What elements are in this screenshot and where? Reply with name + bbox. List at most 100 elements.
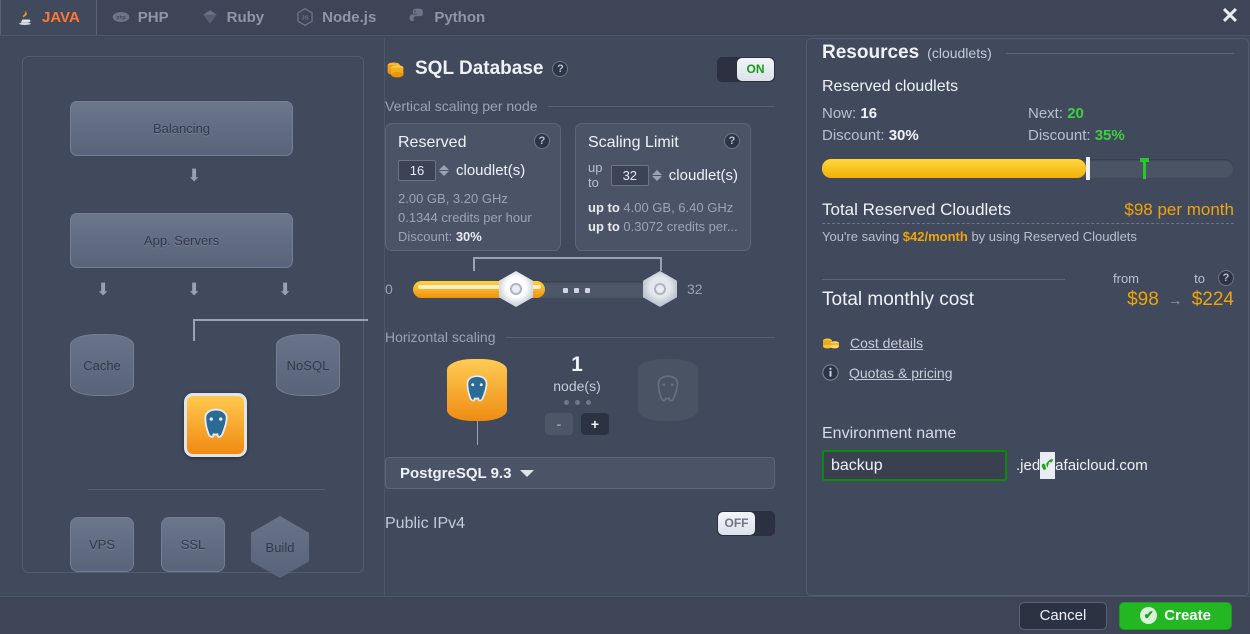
topology-node-sql-selected[interactable] xyxy=(184,393,247,457)
node-stepper: - + xyxy=(527,413,627,435)
topology-node-build[interactable]: Build xyxy=(251,516,309,578)
total-monthly-cost-values: Total monthly cost $98 → $224 xyxy=(822,289,1234,311)
tab-nodejs[interactable]: JS Node.js xyxy=(281,0,393,35)
now-row: Now: 16 xyxy=(822,103,1028,125)
topology-node-ssl[interactable]: SSL xyxy=(161,517,225,572)
scaling-limit-card[interactable]: ? Scaling Limit up to 32 cloudlet(s) up … xyxy=(575,123,751,251)
reserved-discount-row: Discount: 30% xyxy=(398,227,548,246)
quotas-pricing-link[interactable]: Quotas & pricing xyxy=(849,365,953,381)
question-mark-icon[interactable]: ? xyxy=(724,133,740,149)
topology-node-balancing[interactable]: Balancing xyxy=(70,101,293,156)
reserved-spec-ram-cpu: 2.00 GB, 3.20 GHz xyxy=(398,191,508,206)
public-ipv4-label: Public IPv4 xyxy=(385,514,466,532)
create-button[interactable]: ✔ Create xyxy=(1119,601,1232,630)
environment-name-row: ✔ .jed.wafaicloud.com xyxy=(822,450,1234,481)
slider-handle-limit[interactable] xyxy=(643,271,677,307)
topology-node-cache[interactable]: Cache xyxy=(70,334,134,396)
vertical-scaling-section-label: Vertical scaling per node xyxy=(385,98,775,114)
sql-database-settings-panel: SQL Database ? ON Vertical scaling per n… xyxy=(385,56,775,556)
cancel-button[interactable]: Cancel xyxy=(1018,601,1108,630)
coins-icon xyxy=(823,338,839,349)
progress-marker-next xyxy=(1140,158,1150,179)
question-mark-icon[interactable]: ? xyxy=(552,61,569,77)
environment-domain-suffix: .jed.wafaicloud.com xyxy=(1016,457,1148,474)
reserved-cloudlets-progress-bar[interactable] xyxy=(822,157,1234,180)
node-instance-placeholder[interactable] xyxy=(638,359,698,421)
scaling-limit-stepper[interactable] xyxy=(651,169,662,181)
cost-details-row: Cost details xyxy=(822,335,1234,351)
node-increment-button[interactable]: + xyxy=(581,413,609,435)
nodejs-icon: JS xyxy=(297,7,313,27)
postgresql-icon xyxy=(657,375,679,402)
progress-fill xyxy=(822,159,1086,178)
scaling-limit-spec-ram-cpu: 4.00 GB, 6.40 GHz xyxy=(623,200,734,215)
topology-node-app-servers[interactable]: App. Servers xyxy=(70,213,293,268)
section-rule xyxy=(1005,52,1234,54)
question-mark-icon[interactable]: ? xyxy=(1218,270,1234,286)
toggle-knob-label: ON xyxy=(737,57,774,81)
total-monthly-cost-to: $224 xyxy=(1191,289,1234,310)
node-count-value: 1 xyxy=(571,353,583,376)
tab-php[interactable]: php PHP xyxy=(97,0,186,35)
question-mark-icon[interactable]: ? xyxy=(534,133,550,149)
topology-node-nosql[interactable]: NoSQL xyxy=(276,334,340,396)
python-icon xyxy=(409,8,424,22)
close-icon[interactable]: ✕ xyxy=(1217,4,1243,30)
node-decrement-button[interactable]: - xyxy=(545,413,573,435)
slider-track[interactable] xyxy=(413,281,677,298)
total-reserved-row: Total Reserved Cloudlets $98 per month xyxy=(822,200,1234,220)
public-ipv4-toggle[interactable]: OFF xyxy=(717,511,775,536)
engine-version-label: PostgreSQL 9.3 xyxy=(400,464,512,482)
now-value: 16 xyxy=(860,105,878,122)
next-value: 20 xyxy=(1067,105,1084,122)
tab-ruby[interactable]: Ruby xyxy=(186,0,282,35)
next-label: Next: xyxy=(1028,105,1064,122)
scaling-limit-spec-ram-cpu-prefix: up to xyxy=(588,200,620,215)
sql-database-toggle[interactable]: ON xyxy=(717,56,775,82)
now-discount-value: 30% xyxy=(888,127,919,144)
scaling-limit-prefix: up to xyxy=(588,160,603,190)
section-rule xyxy=(505,336,775,338)
environment-name-field[interactable]: ✔ xyxy=(822,450,1056,481)
topology-node-vps[interactable]: VPS xyxy=(70,517,134,572)
tab-python[interactable]: Python xyxy=(393,0,502,35)
reserved-cloudlets-input[interactable]: 16 xyxy=(398,160,436,181)
engine-version-select[interactable]: PostgreSQL 9.3 xyxy=(385,457,775,489)
postgresql-icon xyxy=(466,375,488,402)
saving-suffix: by using Reserved Cloudlets xyxy=(971,229,1137,244)
topology-node-label: Cache xyxy=(83,357,121,373)
topology-divider xyxy=(88,489,325,490)
total-reserved-label: Total Reserved Cloudlets xyxy=(822,200,1011,219)
now-label: Now: xyxy=(822,105,857,122)
tab-java[interactable]: JAVA xyxy=(0,0,97,35)
reserved-cloudlets-stats: Now: 16 Discount: 30% Next: 20 Discount:… xyxy=(822,103,1234,147)
reserved-stepper[interactable] xyxy=(439,165,449,176)
section-label-text: Horizontal scaling xyxy=(385,329,496,345)
total-monthly-cost-block: from to ? Total monthly cost $98 → $224 xyxy=(822,270,1234,311)
resources-title-suffix: (cloudlets) xyxy=(927,45,992,61)
reserved-card[interactable]: ? Reserved 16 cloudlet(s) 2.00 GB, 3.20 … xyxy=(385,123,561,251)
language-tabbar: JAVA php PHP Ruby JS Node.js Python ✕ xyxy=(0,0,1250,36)
topology-node-label: Build xyxy=(265,539,295,555)
slider-min-label: 0 xyxy=(385,281,393,297)
total-monthly-cost-label: Total monthly cost xyxy=(822,289,975,310)
connector-line xyxy=(193,319,368,321)
section-rule xyxy=(822,279,1065,280)
slider-handle-reserved[interactable] xyxy=(499,271,533,307)
cost-details-link[interactable]: Cost details xyxy=(850,335,923,351)
scaling-limit-cloudlets-input[interactable]: 32 xyxy=(610,164,649,186)
arrow-down-icon: ⬇ xyxy=(96,280,111,299)
dialog-footer: Cancel ✔ Create xyxy=(0,596,1250,634)
reserved-value-row: 16 cloudlet(s) xyxy=(398,160,548,181)
environment-name-input[interactable] xyxy=(824,455,1040,476)
public-ipv4-row: Public IPv4 OFF xyxy=(385,511,775,536)
chevron-down-icon xyxy=(520,469,535,477)
node-count-group: 1 node(s) - + xyxy=(527,353,627,435)
vertical-scaling-cards: ? Reserved 16 cloudlet(s) 2.00 GB, 3.20 … xyxy=(385,123,775,251)
vertical-scaling-slider[interactable]: 0 32 xyxy=(385,257,775,313)
saving-prefix: You're saving xyxy=(822,229,900,244)
total-reserved-value: $98 per month xyxy=(1124,200,1234,219)
scaling-limit-spec-ram-cpu-row: up to 4.00 GB, 6.40 GHz xyxy=(588,198,738,217)
node-instance-active[interactable] xyxy=(447,359,507,421)
dashed-divider xyxy=(822,223,1234,224)
